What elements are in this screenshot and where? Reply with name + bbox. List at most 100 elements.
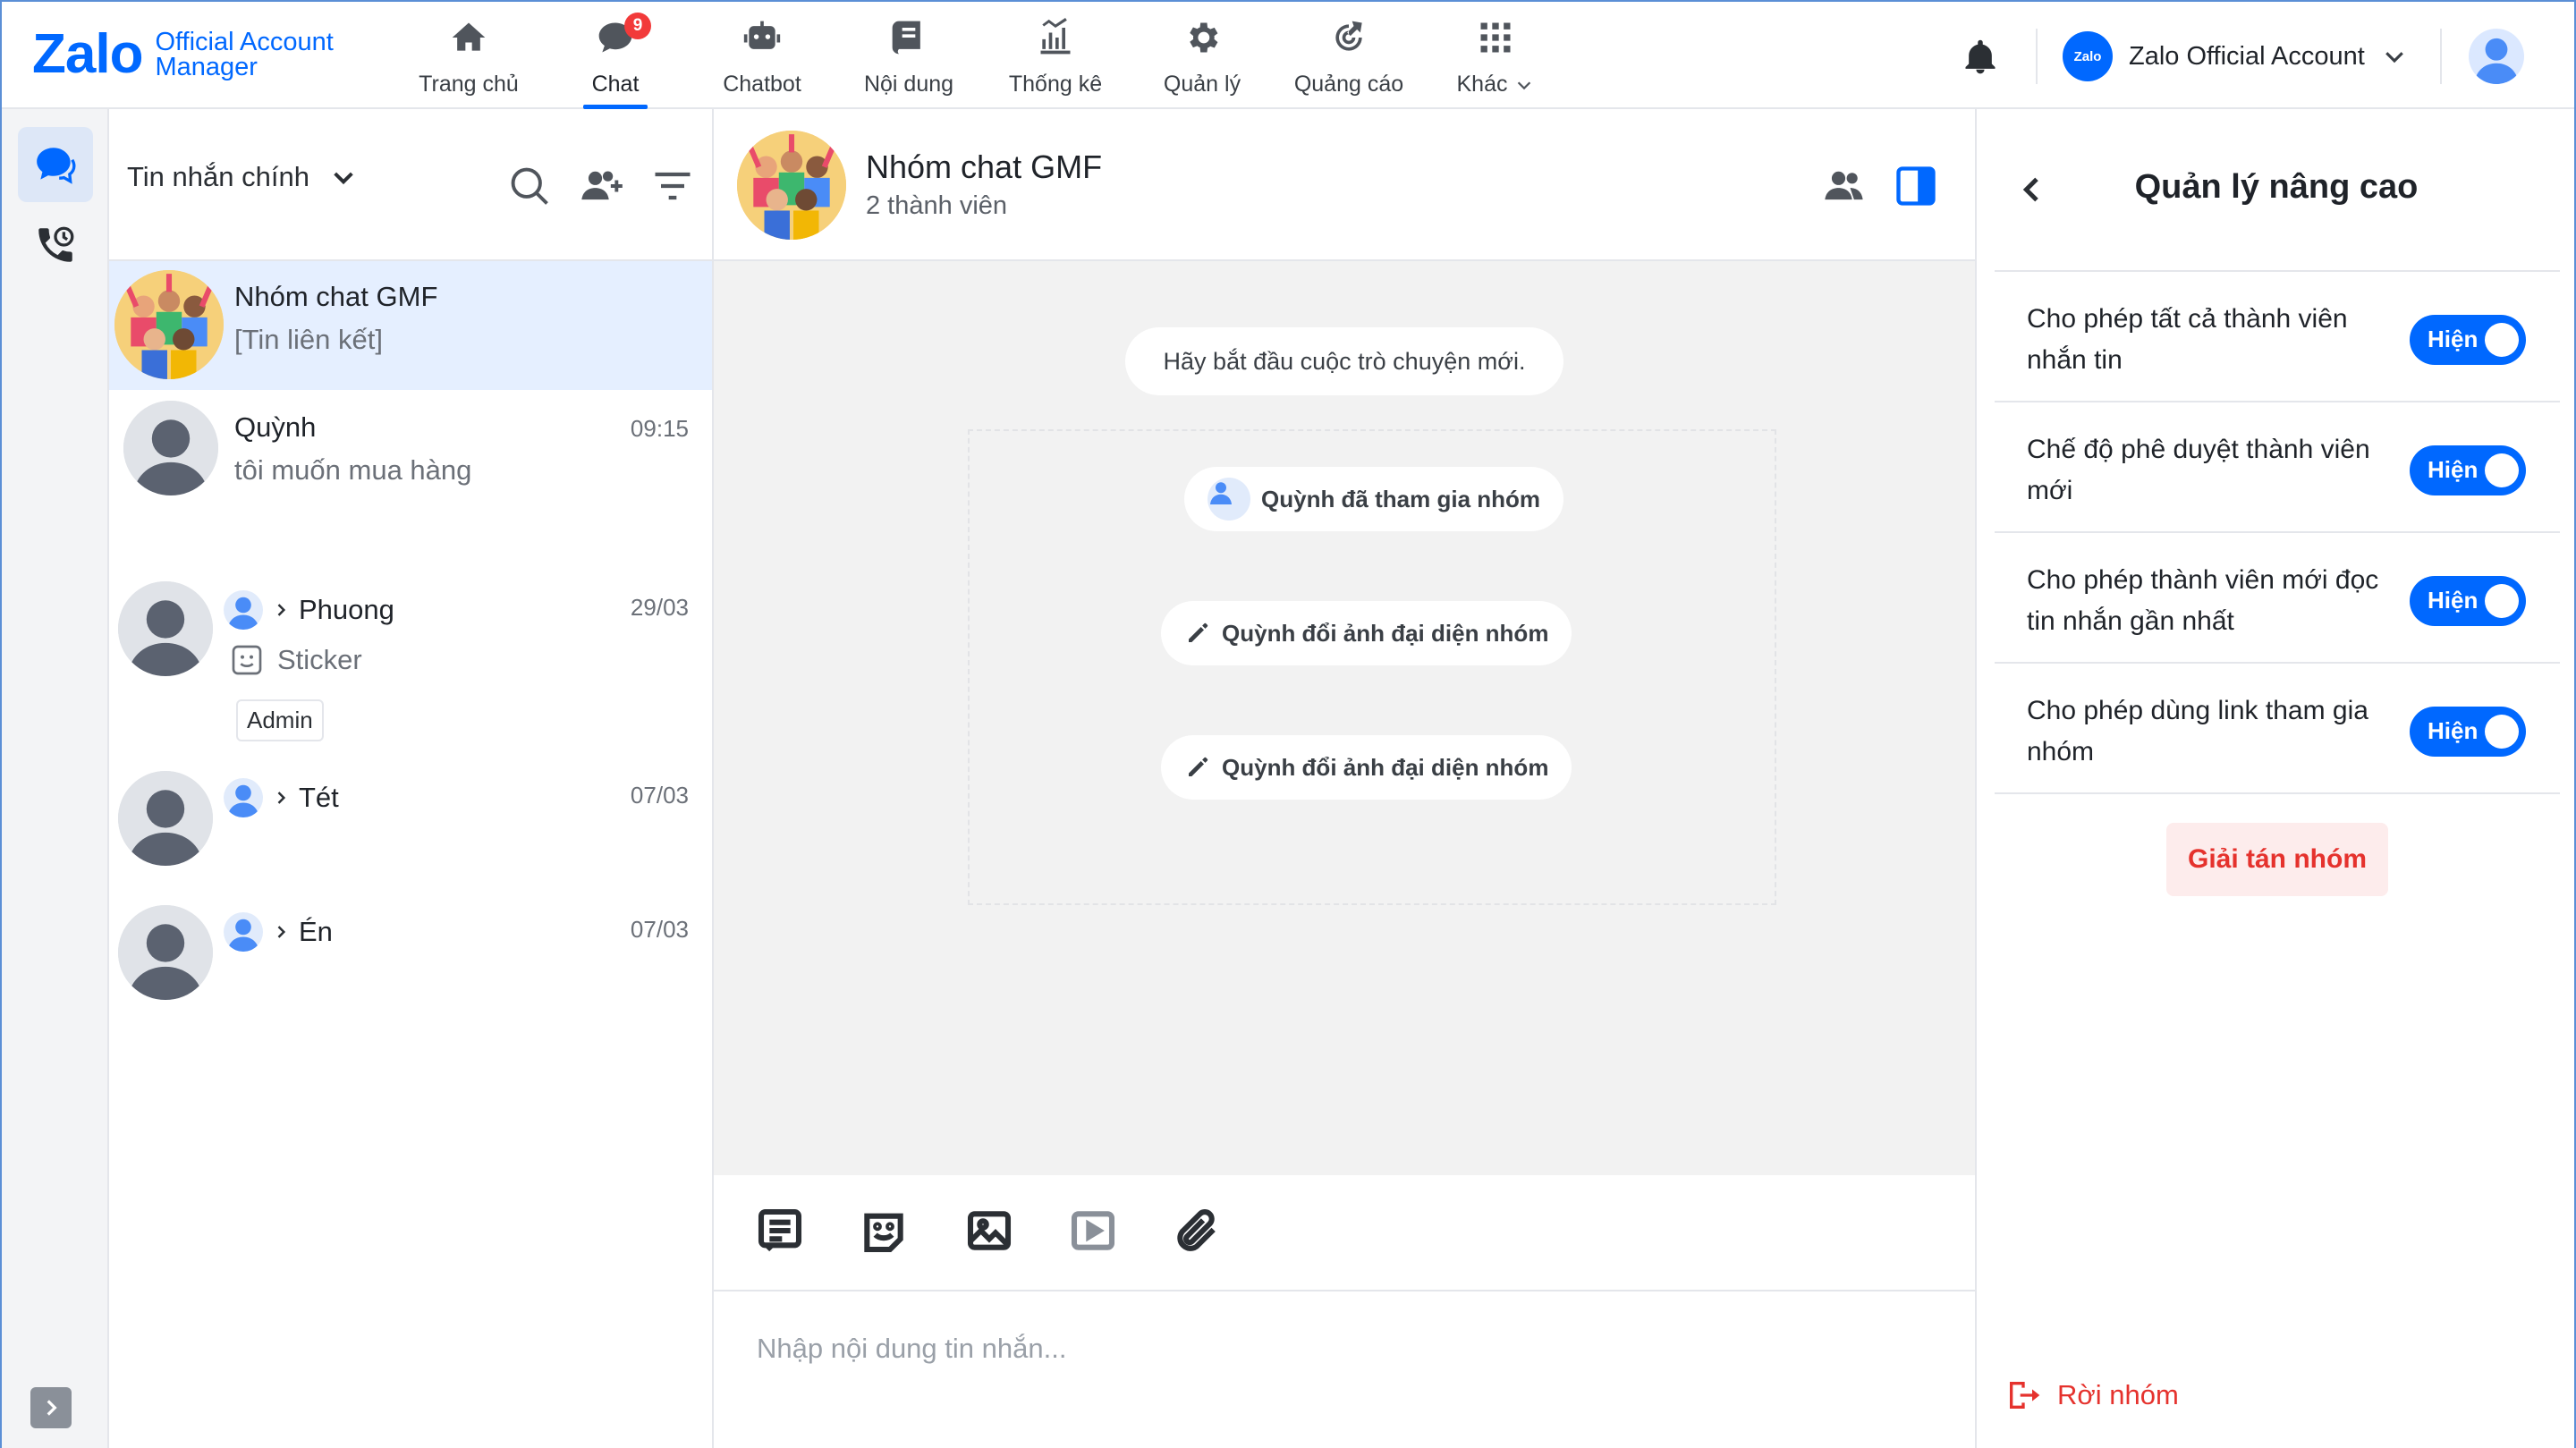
nav-ads-label: Quảng cáo: [1293, 72, 1404, 97]
chat-header: Nhóm chat GMF 2 thành viên: [714, 109, 1975, 261]
chevron-right-icon: [277, 604, 286, 616]
account-switcher[interactable]: Zalo Zalo Official Account: [2063, 30, 2408, 82]
chat-bubbles-icon: [37, 148, 76, 184]
toggle-member-approval[interactable]: Hiện: [2410, 445, 2526, 495]
contact-avatar: [123, 401, 218, 495]
add-group-icon: [581, 171, 623, 200]
group-avatar: [114, 270, 224, 379]
conversation-list-header: Tin nhắn chính: [109, 109, 712, 261]
quick-message-button[interactable]: [755, 1206, 805, 1256]
contact-avatar: [118, 771, 213, 866]
conversation-time: 07/03: [630, 916, 689, 943]
group-people-icon: [737, 131, 846, 240]
sticker-button[interactable]: [859, 1206, 909, 1256]
folder-dropdown[interactable]: Tin nhắn chính: [127, 161, 358, 193]
search-icon: [511, 167, 548, 205]
toggle-new-member-read-recent[interactable]: Hiện: [2410, 576, 2526, 626]
nav-chatbot-label: Chatbot: [723, 72, 801, 97]
user-avatar[interactable]: [2469, 29, 2524, 84]
content-icon: [892, 21, 920, 55]
nav-manage[interactable]: Quản lý: [1129, 2, 1275, 107]
conversation-name: Én: [224, 912, 333, 952]
image-button[interactable]: [964, 1206, 1014, 1256]
rail-calls[interactable]: [18, 207, 93, 283]
chevron-right-icon: [277, 926, 286, 938]
toggle-knob: [2485, 715, 2519, 749]
setting-label: Chế độ phê duyệt thành viên mới: [2027, 435, 2370, 505]
nav-chat[interactable]: 9 Chat: [542, 2, 689, 109]
conversation-item[interactable]: Nhóm chat GMF [Tin liên kết]: [109, 261, 712, 390]
conversation-preview: tôi muốn mua hàng: [234, 454, 472, 486]
divider: [1995, 662, 2560, 664]
sidebar-panel-icon: [1896, 166, 1936, 206]
leave-group-button[interactable]: Rời nhóm: [2005, 1377, 2179, 1413]
sender-avatar: [224, 590, 263, 630]
nav-chatbot[interactable]: Chatbot: [689, 2, 835, 107]
conversation-item[interactable]: Phuong 29/03 Sticker Admin: [109, 565, 712, 758]
sticker-icon: [232, 645, 262, 675]
members-button[interactable]: [1821, 163, 1868, 209]
divider: [1995, 270, 2560, 272]
person-icon: [227, 597, 259, 630]
composer-toolbar: [714, 1175, 1975, 1291]
default-person-icon: [118, 771, 213, 866]
bell-icon[interactable]: [1961, 38, 2000, 77]
rail-messages[interactable]: [18, 127, 93, 202]
sender-avatar: [224, 778, 263, 817]
nav-more[interactable]: Khác: [1422, 2, 1569, 107]
conversation-item[interactable]: Én 07/03: [109, 893, 712, 1027]
video-icon: [1071, 1211, 1115, 1250]
zalo-oa-logo[interactable]: Zalo Official Account Manager: [32, 27, 334, 82]
toggle-state: Hiện: [2428, 456, 2479, 483]
message-input[interactable]: [757, 1322, 1919, 1376]
contact-avatar: [118, 905, 213, 1000]
left-rail: [2, 109, 109, 1448]
toggle-knob: [2485, 453, 2519, 487]
grid-icon: [1480, 22, 1511, 53]
event-pill: Quỳnh đổi ảnh đại diện nhóm: [1161, 601, 1572, 665]
chat-unread-badge: 9: [624, 13, 651, 39]
toggle-allow-all-members-message[interactable]: Hiện: [2410, 315, 2526, 365]
main-nav: Trang chủ 9 Chat Chatbot Nội dung Thống …: [395, 2, 1569, 109]
sticker-icon: [864, 1213, 903, 1253]
default-person-icon: [123, 401, 218, 495]
toggle-join-link[interactable]: Hiện: [2410, 707, 2526, 757]
search-button[interactable]: [506, 163, 553, 209]
rail-expand-button[interactable]: [30, 1387, 72, 1428]
pencil-icon: [1189, 757, 1208, 776]
conversation-item[interactable]: Quỳnh 09:15 tôi muốn mua hàng: [109, 390, 712, 565]
megaphone-icon: [1335, 21, 1362, 51]
header-divider: [2440, 29, 2442, 84]
disband-group-button[interactable]: Giải tán nhóm: [2166, 823, 2388, 896]
conversation-list: Tin nhắn chính Nhóm chat GMF [Tin liên k…: [109, 109, 714, 1448]
conversation-start-notice: Hãy bắt đầu cuộc trò chuyện mới.: [1125, 327, 1563, 395]
event-pill: Quỳnh đổi ảnh đại diện nhóm: [1161, 735, 1572, 800]
nav-stats[interactable]: Thống kê: [982, 2, 1129, 107]
message-composer: [714, 1291, 1975, 1448]
attach-file-button[interactable]: [1172, 1206, 1222, 1256]
toggle-knob: [2485, 323, 2519, 357]
filter-button[interactable]: [649, 163, 696, 209]
chat-title: Nhóm chat GMF: [866, 148, 1103, 185]
group-event-log: Quỳnh đã tham gia nhóm Quỳnh đổi ảnh đại…: [968, 429, 1776, 905]
nav-content[interactable]: Nội dung: [835, 2, 982, 107]
person-icon: [227, 784, 259, 817]
toggle-state: Hiện: [2428, 717, 2479, 744]
group-members-icon: [1825, 171, 1863, 200]
video-button[interactable]: [1068, 1206, 1118, 1256]
gear-icon: [1190, 22, 1218, 53]
chevron-right-icon: [277, 792, 286, 804]
toggle-info-panel-button[interactable]: [1893, 163, 1939, 209]
toggle-state: Hiện: [2428, 326, 2479, 352]
add-member-button[interactable]: [578, 163, 624, 209]
person-icon: [227, 919, 259, 952]
group-avatar[interactable]: [737, 131, 846, 240]
conversation-item[interactable]: Tét 07/03: [109, 758, 712, 893]
pencil-icon: [1189, 622, 1208, 642]
nav-home-label: Trang chủ: [419, 72, 519, 97]
divider: [1995, 401, 2560, 402]
nav-home[interactable]: Trang chủ: [395, 2, 542, 107]
panel-title: Quản lý nâng cao: [2134, 168, 2419, 206]
person-icon: [2474, 38, 2519, 84]
nav-ads[interactable]: Quảng cáo: [1275, 2, 1422, 107]
